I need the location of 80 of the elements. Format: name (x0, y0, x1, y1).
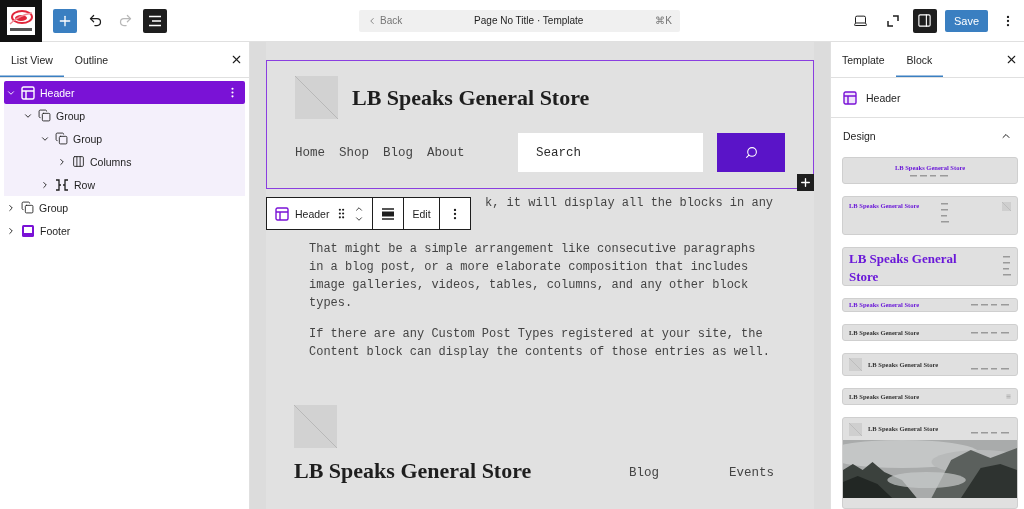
site-title: LB Speaks General Store (352, 84, 590, 111)
paragraph: If there are any Custom Post Types registered at your site, the Content block can display the contents of those entries as well. (309, 326, 771, 361)
tree-item[interactable]: Group (4, 196, 245, 219)
nav-link[interactable]: Home (295, 145, 325, 160)
save-button[interactable]: Save (944, 9, 988, 32)
nav-preview-drawing (910, 174, 950, 177)
footer-link[interactable]: Blog (628, 466, 659, 480)
list-view-button[interactable] (143, 8, 167, 33)
nav-preview-drawing (941, 203, 950, 225)
chevron-left-icon (367, 15, 377, 26)
tree-label: Header (40, 86, 75, 99)
nav-link[interactable]: Blog (383, 145, 414, 160)
add-block-button[interactable] (797, 174, 814, 191)
tree-item[interactable]: Row (4, 173, 245, 196)
footer-link[interactable]: Events (729, 466, 774, 480)
panel-tab[interactable]: Template (831, 42, 896, 77)
panel-tab[interactable]: Block (895, 42, 944, 77)
logo-placeholder (294, 405, 337, 448)
row-icon (55, 178, 69, 191)
tree-item[interactable]: Group (4, 104, 245, 127)
tree-item[interactable]: Columns (4, 150, 245, 173)
nav-link[interactable]: Shop (339, 145, 370, 160)
undo-icon (87, 13, 103, 28)
tree-label: Group (56, 109, 86, 122)
shortcut-hint: ⌘K (655, 15, 672, 26)
columns-icon (72, 155, 85, 168)
pattern-card[interactable]: LB Speaks General Store (842, 247, 1018, 286)
nav-preview-drawing (1003, 255, 1011, 278)
search-icon (744, 146, 758, 159)
panel-tab[interactable]: Outline (63, 42, 120, 77)
chevron-right-icon[interactable] (6, 202, 16, 213)
logo-placeholder (295, 76, 338, 119)
tree-item[interactable]: Footer (4, 219, 245, 242)
document-title: Page No Title · Template (473, 15, 585, 26)
site-logo (7, 6, 35, 35)
redo-icon (117, 13, 133, 28)
pattern-title: LB Speaks General Store (849, 250, 957, 284)
block-name[interactable]: Header (295, 207, 330, 220)
tree-item[interactable]: Group (4, 127, 245, 150)
header-part-icon (275, 206, 289, 221)
back-link[interactable]: Back (367, 15, 403, 26)
search-field[interactable]: Search (518, 133, 703, 172)
logo-placeholder (1002, 202, 1011, 211)
list-view-icon (148, 14, 162, 27)
group-icon (21, 201, 34, 214)
header-block[interactable]: LB Speaks General Store Home Shop Blog About Search (266, 60, 814, 189)
paragraph: k, it will display all the blocks in any (484, 195, 775, 212)
chevron-right-icon[interactable] (40, 179, 50, 190)
plus-icon (799, 176, 812, 189)
close-icon[interactable] (230, 53, 243, 66)
header-part-icon (21, 85, 35, 100)
chevron-right-icon[interactable] (57, 156, 67, 167)
tree-label: Footer (40, 224, 71, 237)
footer-part-icon (21, 223, 35, 238)
align-icon[interactable] (381, 207, 396, 220)
site-title: LB Speaks General Store (294, 458, 532, 484)
panel-tab[interactable]: List View (0, 42, 64, 77)
tree-label: Columns (90, 155, 132, 168)
menu-icon (1006, 394, 1011, 399)
paragraph: That might be a simple arrangement like consecutive paragraphs in a blog post, or a more elaborate composition that includes image galleries, videos, tables, columns, and any other block types. (309, 241, 757, 312)
tree-label: Row (74, 178, 95, 191)
close-icon[interactable] (1005, 53, 1018, 66)
nav-preview-drawing (971, 367, 1011, 370)
design-section-toggle[interactable]: Design (831, 118, 1024, 154)
chevron-right-icon[interactable] (6, 225, 16, 236)
command-bar[interactable]: Back Page No Title · Template ⌘K (359, 9, 680, 32)
settings-button[interactable] (912, 8, 937, 33)
group-icon (38, 109, 51, 122)
sidebar-icon (917, 13, 933, 28)
nav-preview-drawing (971, 331, 1011, 334)
tree-label: Group (73, 132, 103, 145)
block-title: Header (866, 91, 901, 104)
header-part-icon (843, 90, 857, 105)
nav-link[interactable]: About (427, 145, 465, 160)
edit-button[interactable]: Edit (412, 207, 431, 220)
group-icon (55, 132, 68, 145)
logo-placeholder (849, 358, 862, 371)
tree-label: Group (39, 201, 69, 214)
tree-item[interactable]: Header (4, 81, 245, 104)
logo-placeholder (849, 422, 862, 436)
